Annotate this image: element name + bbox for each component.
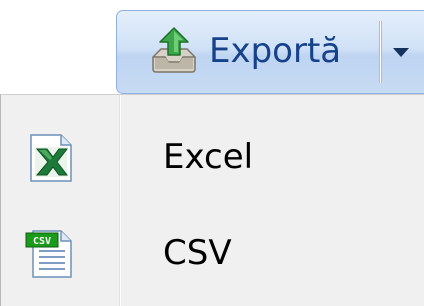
menu-item-csv[interactable]: CSV CSV: [1, 211, 424, 297]
export-widget: Exportă Excel CSV CSV: [0, 0, 424, 306]
export-dropdown-toggle[interactable]: [383, 11, 423, 93]
export-menu: Excel CSV CSV: [0, 94, 424, 306]
csv-file-icon: CSV: [25, 230, 72, 278]
export-split-button: Exportă: [116, 10, 424, 94]
caret-down-icon: [393, 48, 409, 57]
excel-file-icon: [30, 134, 72, 182]
export-button[interactable]: Exportă: [117, 11, 379, 93]
menu-item-label: Excel: [163, 137, 254, 177]
svg-text:CSV: CSV: [33, 236, 51, 247]
menu-item-excel[interactable]: Excel: [1, 115, 424, 201]
menu-item-label: CSV: [163, 233, 232, 273]
export-button-label: Exportă: [209, 31, 342, 71]
split-separator: [379, 21, 382, 83]
export-upload-icon: [152, 27, 196, 73]
